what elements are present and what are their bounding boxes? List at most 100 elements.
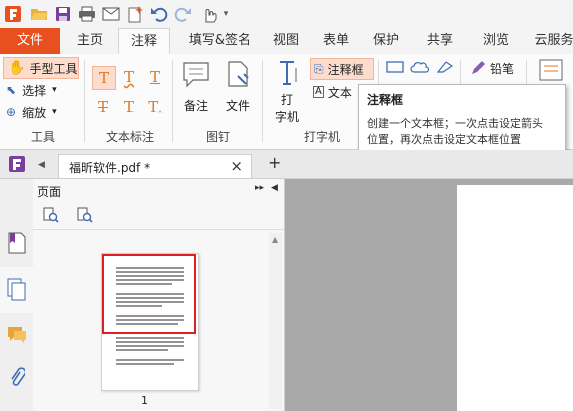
stamp-icon [539,59,563,81]
thumbnail-text-lines [116,267,184,365]
callout-icon: ⎘ [314,61,324,76]
page-thumbnail[interactable] [101,253,199,391]
tab-share[interactable]: 共享 [420,28,460,54]
open-folder-icon[interactable] [30,5,48,23]
collapse-panel-icon[interactable]: ◀ [271,183,278,193]
tab-browse[interactable]: 浏览 [476,28,516,54]
note-label: 备注 [183,99,208,113]
file-attach-icon [228,61,249,87]
textbox-button[interactable]: A 文本 [313,82,352,102]
note-button[interactable]: 备注 [178,60,214,114]
cloud-button[interactable] [410,60,430,74]
separator [460,60,461,86]
stamp-button[interactable] [536,58,566,84]
foxit-doc-icon[interactable] [8,155,26,176]
tab-scroll-left-icon[interactable]: ◀ [38,160,45,170]
textbox-label: 文本 [327,85,352,100]
zoom-in-thumbnail-icon[interactable] [43,207,59,226]
rectangle-icon [386,61,404,73]
tooltip-line-2: 位置，再次点击设定文本框位置 [367,133,521,146]
note-icon [183,62,209,88]
dropdown-icon[interactable]: ▾ [220,5,232,23]
hand-tool-label: 手型工具 [29,61,78,76]
callout-tooltip: 注释框 创建一个文本框；一次点击设定箭头 位置，再次点击设定文本框位置 [358,84,566,152]
document-view[interactable] [285,179,573,411]
tab-view[interactable]: 视图 [266,28,306,54]
insert-text-icon[interactable]: T ‸ [144,96,166,118]
squiggly-text-icon[interactable]: T [118,66,140,88]
highlight-text-icon[interactable]: T [92,66,116,90]
email-icon[interactable] [102,5,120,23]
hand-icon: ✋ [8,60,26,76]
tab-cloud[interactable]: 云服务 [530,28,573,54]
pages-panel-tab[interactable] [0,267,34,313]
ribbon-tabs: 文件 主页 注释 填写&签名 视图 表单 保护 共享 浏览 云服务 [0,28,573,55]
separator [526,60,527,86]
pages-panel: 页面 ▸▸ ◀ ▲ 1 [33,179,285,411]
panel-options-icon[interactable]: ▸▸ [255,183,264,193]
pin-group-label: 图钉 [205,130,230,144]
hand-tool-button[interactable]: ✋ 手型工具 [3,57,79,79]
separator [84,60,85,142]
panel-scrollbar[interactable]: ▲ [269,233,282,409]
typewriter-label-2: 字机 [274,110,299,124]
tab-protect[interactable]: 保护 [366,28,406,54]
file-attach-label: 文件 [225,99,250,113]
separator [262,60,263,142]
zoom-button[interactable]: ⊕ 缩放 ▾ [6,102,57,122]
rectangle-button[interactable] [386,60,404,74]
tab-form[interactable]: 表单 [316,28,356,54]
pencil-button[interactable]: 铅笔 [470,58,514,78]
underline-text-icon[interactable]: T [144,66,166,88]
strikeout-text-icon[interactable]: T [92,96,114,118]
panel-divider [33,229,284,230]
pages-icon [7,278,26,301]
select-button[interactable]: ⬉ 选择 ▾ [6,80,57,100]
hand-pointer-icon[interactable] [200,5,218,23]
zoom-label: 缩放 [22,105,47,120]
text-markup-group-label: 文本标注 [105,130,154,144]
tools-group-label: 工具 [30,130,55,144]
redo-icon[interactable] [174,5,192,23]
attachment-icon[interactable] [9,367,27,392]
polygon-button[interactable] [436,60,454,74]
select-cursor-icon: ⬉ [6,83,17,97]
left-navigation-strip [0,179,34,411]
file-attach-button[interactable]: 文件 [220,60,256,114]
new-icon[interactable] [126,5,144,23]
new-tab-button[interactable]: + [268,153,281,172]
close-tab-icon[interactable]: × [230,157,243,175]
pencil-label: 铅笔 [490,61,515,76]
print-icon[interactable] [78,5,96,23]
tab-comment[interactable]: 注释 [118,28,170,54]
cloud-icon [410,62,430,73]
zoom-out-thumbnail-icon[interactable] [77,207,93,226]
callout-label: 注释框 [327,62,364,77]
pages-panel-title: 页面 [37,185,62,199]
undo-icon[interactable] [150,5,168,23]
document-tab[interactable]: 福昕软件.pdf * × [58,154,252,178]
typewriter-group-label: 打字机 [303,130,340,144]
comments-icon[interactable] [7,325,27,348]
tooltip-title: 注释框 [367,93,404,107]
typewriter-button[interactable]: 打 字机 [268,58,306,125]
page-number-label: 1 [141,394,148,407]
typewriter-icon [280,61,297,85]
pencil-icon [472,61,485,74]
app-logo-icon[interactable] [4,5,22,23]
callout-button[interactable]: ⎘ 注释框 [310,58,374,80]
tab-fill-sign[interactable]: 填写&签名 [180,28,260,54]
scroll-up-icon[interactable]: ▲ [272,235,278,244]
quick-access-toolbar: ▾ [0,0,573,28]
select-label: 选择 [22,83,47,98]
save-icon[interactable] [54,5,72,23]
zoom-dropdown-icon: ▾ [52,107,57,117]
tab-file[interactable]: 文件 [0,28,60,54]
separator [172,60,173,142]
tab-home[interactable]: 主页 [68,28,112,54]
pdf-page[interactable] [457,185,573,411]
select-dropdown-icon: ▾ [52,85,57,95]
replace-text-icon[interactable]: T̲ [118,96,140,118]
tooltip-line-1: 创建一个文本框；一次点击设定箭头 [367,117,543,130]
bookmark-icon[interactable] [7,231,27,258]
